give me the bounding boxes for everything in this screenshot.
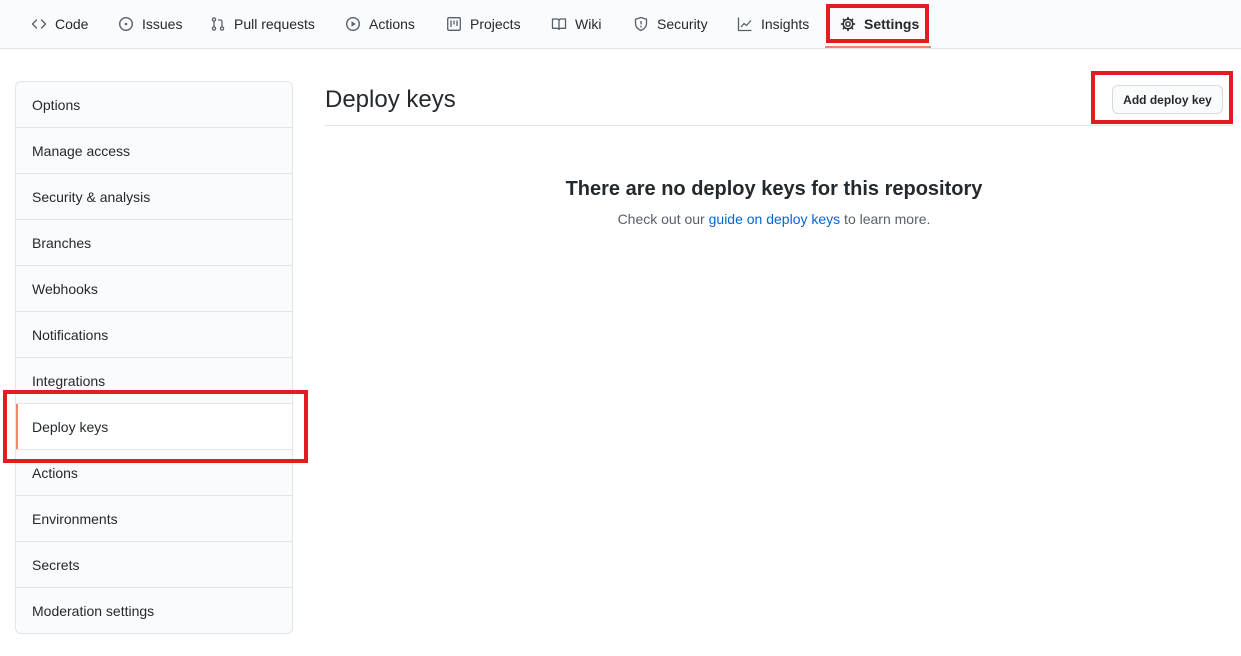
sidebar-item-label: Actions: [32, 464, 78, 481]
book-icon: [551, 16, 567, 32]
sidebar-item-security-analysis[interactable]: Security & analysis: [16, 174, 292, 220]
sidebar-item-secrets[interactable]: Secrets: [16, 542, 292, 588]
tab-actions[interactable]: Actions: [345, 0, 415, 48]
tab-settings[interactable]: Settings: [840, 0, 919, 48]
tab-wiki[interactable]: Wiki: [551, 0, 601, 48]
tab-issues[interactable]: Issues: [118, 0, 182, 48]
sidebar-item-label: Integrations: [32, 372, 106, 389]
sidebar-item-label: Deploy keys: [32, 418, 109, 435]
git-pull-request-icon: [210, 16, 226, 32]
tab-label: Pull requests: [234, 16, 315, 32]
sidebar-item-notifications[interactable]: Notifications: [16, 312, 292, 358]
tab-projects[interactable]: Projects: [446, 0, 521, 48]
sidebar-item-label: Notifications: [32, 326, 109, 343]
sidebar-item-label: Environments: [32, 510, 118, 527]
sidebar-item-integrations[interactable]: Integrations: [16, 358, 292, 404]
sidebar-item-label: Security & analysis: [32, 188, 151, 205]
repo-nav: Code Issues Pull requests Actions Projec…: [0, 0, 1241, 49]
graph-icon: [737, 16, 753, 32]
sidebar-item-label: Branches: [32, 234, 92, 251]
tab-label: Actions: [369, 16, 415, 32]
code-icon: [31, 16, 47, 32]
tab-label: Security: [657, 16, 708, 32]
tab-label: Insights: [761, 16, 810, 32]
sidebar-item-options[interactable]: Options: [16, 82, 292, 128]
sidebar-item-environments[interactable]: Environments: [16, 496, 292, 542]
tab-pull-requests[interactable]: Pull requests: [210, 0, 315, 48]
tab-label: Settings: [864, 16, 920, 32]
sidebar-item-moderation-settings[interactable]: Moderation settings: [16, 588, 292, 633]
sidebar-item-label: Secrets: [32, 556, 80, 573]
settings-sidebar: Options Manage access Security & analysi…: [15, 81, 293, 634]
sidebar-item-webhooks[interactable]: Webhooks: [16, 266, 292, 312]
sidebar-item-deploy-keys[interactable]: Deploy keys: [16, 404, 292, 450]
issue-opened-icon: [118, 16, 134, 32]
shield-icon: [633, 16, 649, 32]
project-icon: [446, 16, 462, 32]
tab-label: Issues: [142, 16, 183, 32]
tab-security[interactable]: Security: [633, 0, 708, 48]
sidebar-item-actions[interactable]: Actions: [16, 450, 292, 496]
sidebar-item-label: Options: [32, 96, 81, 113]
sidebar-item-branches[interactable]: Branches: [16, 220, 292, 266]
deploy-keys-guide-link[interactable]: guide on deploy keys: [709, 211, 841, 227]
sidebar-item-manage-access[interactable]: Manage access: [16, 128, 292, 174]
blankslate-text: Check out our guide on deploy keys to le…: [325, 211, 1223, 227]
tab-label: Projects: [470, 16, 521, 32]
tab-code[interactable]: Code: [31, 0, 88, 48]
selected-tab-underline: [825, 46, 931, 48]
tab-label: Code: [55, 16, 89, 32]
sidebar-item-label: Webhooks: [32, 280, 98, 297]
blankslate-heading: There are no deploy keys for this reposi…: [565, 178, 983, 200]
add-deploy-key-button[interactable]: Add deploy key: [1112, 85, 1223, 114]
tab-label: Wiki: [575, 16, 602, 32]
play-icon: [345, 16, 361, 32]
sidebar-item-label: Manage access: [32, 142, 131, 159]
sidebar-item-label: Moderation settings: [32, 603, 155, 619]
gear-icon: [840, 16, 856, 32]
title-divider: [325, 125, 1233, 126]
blankslate-text-after: to learn more.: [840, 211, 931, 227]
page-title: Deploy keys: [325, 86, 456, 113]
tab-insights[interactable]: Insights: [737, 0, 809, 48]
blankslate-text-before: Check out our: [617, 211, 709, 227]
